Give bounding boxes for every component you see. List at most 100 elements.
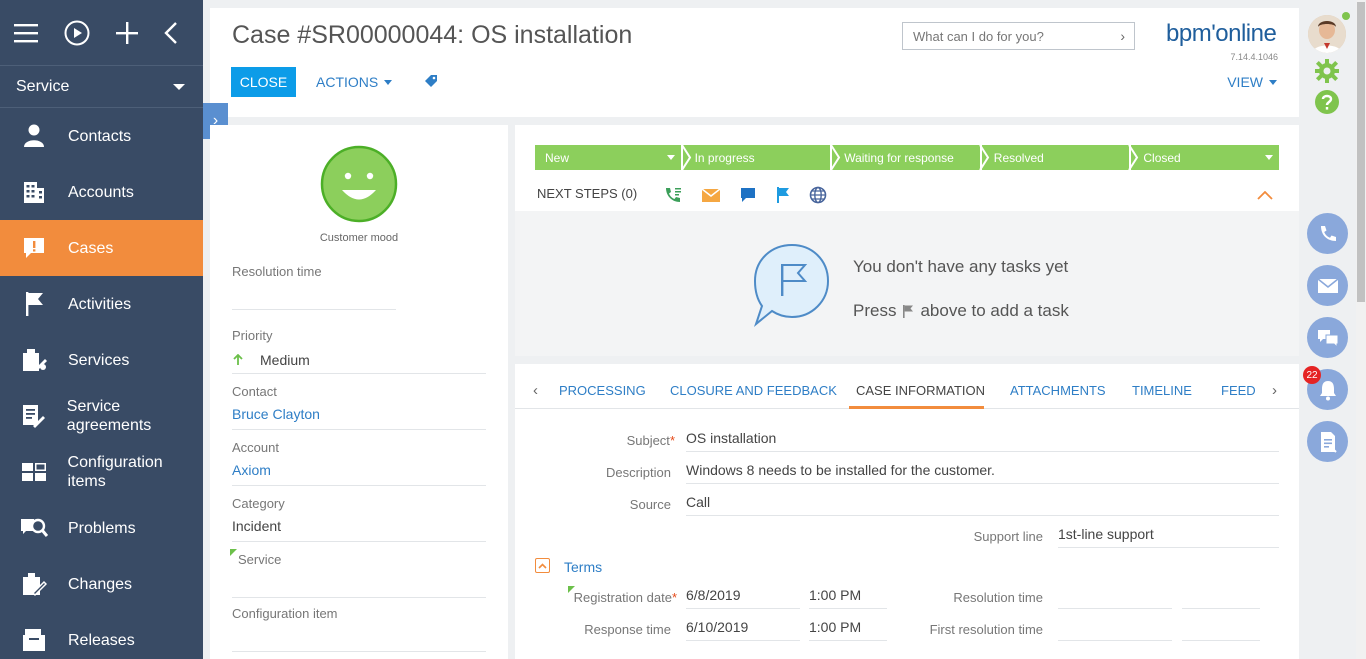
smiley-face-icon[interactable] <box>320 145 398 223</box>
sidebar-item-contacts[interactable]: Contacts <box>0 108 203 164</box>
add-icon[interactable] <box>116 20 138 46</box>
sidebar-item-accounts[interactable]: Accounts <box>0 164 203 220</box>
resolution-date-field[interactable] <box>1058 587 1172 609</box>
resolution-time-field: Resolution time <box>232 264 486 310</box>
field-label: Contact <box>232 384 277 399</box>
subject-label: Subject* <box>626 433 675 448</box>
play-icon[interactable] <box>64 20 90 46</box>
tab-closure-and-feedback[interactable]: CLOSURE AND FEEDBACK <box>670 383 837 398</box>
first-resolution-time-field[interactable] <box>1182 619 1260 641</box>
response-date-field[interactable]: 6/10/2019 <box>686 619 800 641</box>
resolution-time-label: Resolution time <box>953 590 1043 605</box>
field-value[interactable] <box>232 574 486 598</box>
tag-icon[interactable] <box>423 73 439 94</box>
account-link[interactable]: Axiom <box>232 462 486 486</box>
phone-button[interactable] <box>1307 213 1348 254</box>
back-icon[interactable] <box>164 20 178 46</box>
chevron-down-icon <box>384 79 393 85</box>
releases-icon <box>20 626 48 654</box>
registration-time-field[interactable]: 1:00 PM <box>809 587 887 609</box>
sidebar-item-activities[interactable]: Activities <box>0 276 203 332</box>
sidebar-item-problems[interactable]: Problems <box>0 500 203 556</box>
problem-icon <box>20 514 48 542</box>
gear-icon[interactable] <box>1314 58 1340 84</box>
email-icon[interactable] <box>701 187 721 203</box>
version-label: 7.14.4.1046 <box>1230 52 1278 62</box>
config-icon <box>20 458 48 486</box>
scrollbar-thumb[interactable] <box>1357 2 1365 302</box>
field-value[interactable] <box>232 628 486 652</box>
source-label: Source <box>629 497 671 512</box>
sidebar-item-label: Changes <box>68 575 133 593</box>
arrow-up-icon <box>233 353 243 365</box>
sidebar-item-releases[interactable]: Releases <box>0 612 203 659</box>
feed-button[interactable] <box>1307 421 1348 462</box>
help-icon[interactable] <box>1314 89 1340 115</box>
contact-link[interactable]: Bruce Clayton <box>232 406 486 430</box>
sidebar-item-changes[interactable]: Changes <box>0 556 203 612</box>
terms-collapse-toggle[interactable] <box>535 558 550 573</box>
sidebar-item-cases[interactable]: Cases <box>0 220 203 276</box>
agreement-icon <box>20 402 47 430</box>
sidebar-item-label: Configuration items <box>67 454 163 490</box>
first-resolution-time-label: First resolution time <box>929 622 1043 637</box>
sidebar-item-label: Activities <box>68 295 132 313</box>
close-button[interactable]: CLOSE <box>231 67 296 97</box>
avatar[interactable] <box>1308 15 1346 53</box>
service-field: Service <box>230 549 486 598</box>
sidebar-item-services[interactable]: Services <box>0 332 203 388</box>
tab-attachments[interactable]: ATTACHMENTS <box>1010 383 1106 398</box>
chat-button[interactable] <box>1307 317 1348 358</box>
tab-processing[interactable]: PROCESSING <box>559 383 646 398</box>
resolution-time-field[interactable] <box>1182 587 1260 609</box>
command-search-input[interactable]: What can I do for you? › <box>902 22 1135 50</box>
field-value[interactable] <box>232 286 396 310</box>
priority-value[interactable]: Medium <box>232 350 486 374</box>
call-icon[interactable] <box>663 186 683 204</box>
field-label: Resolution time <box>232 264 322 279</box>
chevron-right-icon[interactable]: › <box>1120 28 1125 44</box>
field-label: Priority <box>232 328 273 343</box>
description-field[interactable]: Windows 8 needs to be installed for the … <box>686 462 1279 484</box>
response-time-field[interactable]: 1:00 PM <box>809 619 887 641</box>
sidebar-item-service-agreements[interactable]: Service agreements <box>0 388 203 444</box>
actions-button[interactable]: ACTIONS <box>316 74 393 90</box>
subject-field[interactable]: OS installation <box>686 430 1279 452</box>
tab-timeline[interactable]: TIMELINE <box>1132 383 1192 398</box>
field-label: Configuration item <box>232 606 338 621</box>
workspace-label: Service <box>16 77 70 95</box>
chevron-up-icon[interactable] <box>1257 191 1273 200</box>
view-button[interactable]: VIEW <box>1227 74 1277 90</box>
sidebar-toolbar <box>0 0 203 66</box>
hint-prefix: Press <box>853 301 897 320</box>
tab-feed[interactable]: FEED <box>1221 383 1256 398</box>
first-resolution-date-field[interactable] <box>1058 619 1172 641</box>
sidebar-item-label: Releases <box>68 631 135 649</box>
email-button[interactable] <box>1307 265 1348 306</box>
empty-tasks-message: You don't have any tasks yet <box>853 257 1069 276</box>
source-field[interactable]: Call <box>686 494 1279 516</box>
tab-case-information[interactable]: CASE INFORMATION <box>856 383 985 398</box>
chevron-up-icon <box>538 562 547 569</box>
registration-date-field[interactable]: 6/8/2019 <box>686 587 800 609</box>
email-icon <box>1317 277 1338 293</box>
terms-section-title[interactable]: Terms <box>564 559 602 575</box>
chevron-down-icon <box>173 83 185 90</box>
page-scrollbar[interactable] <box>1356 0 1366 659</box>
workspace-selector[interactable]: Service <box>0 66 203 108</box>
field-value[interactable]: Incident <box>232 518 486 542</box>
flag-icon[interactable] <box>775 186 791 204</box>
chevron-right-icon[interactable]: › <box>1272 382 1277 399</box>
chat-icon[interactable] <box>739 187 757 203</box>
sidebar-item-configuration-items[interactable]: Configuration items <box>0 444 203 500</box>
chevron-left-icon[interactable]: ‹ <box>533 382 538 399</box>
menu-icon[interactable] <box>14 20 38 46</box>
next-steps-label[interactable]: NEXT STEPS (0) <box>537 186 637 201</box>
response-time-label: Response time <box>584 622 671 637</box>
registration-date-label: Registration date* <box>555 586 677 605</box>
add-task-hint: Press above to add a task <box>853 301 1069 321</box>
globe-icon[interactable] <box>809 186 827 204</box>
field-label: Category <box>232 496 285 511</box>
page-header: Case #SR00000044: OS installation CLOSE … <box>210 8 1299 117</box>
support-line-field[interactable]: 1st-line support <box>1058 526 1279 548</box>
